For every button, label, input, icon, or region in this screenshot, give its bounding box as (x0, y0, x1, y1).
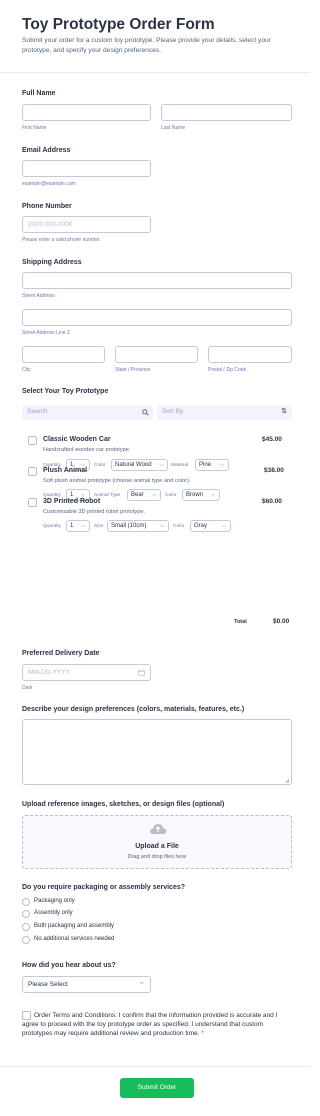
email-label: Email Address (22, 147, 71, 154)
referral-label: How did you hear about us? (22, 962, 116, 969)
zip-sublabel: Postal / Zip Code (208, 367, 247, 373)
animal-type-select[interactable]: Bear ⌵ (127, 489, 161, 501)
full-name-label: Full Name (22, 90, 56, 97)
material-label: Material (171, 463, 189, 468)
color-select[interactable]: Natural Wood ⌵ (111, 459, 168, 471)
shipping-label: Shipping Address (22, 259, 82, 266)
terms-text-block: Order Terms and Conditions: I confirm th… (22, 1011, 290, 1038)
radio-label: Both packaging and assembly (34, 923, 115, 929)
terms-text: Order Terms and Conditions: I confirm th… (22, 1012, 278, 1037)
state-sublabel: State / Province (115, 367, 151, 373)
quantity-select[interactable]: 1 ⌵ (66, 520, 90, 532)
product-description: Customizable 3D printed robot prototype. (43, 509, 145, 515)
size-select[interactable]: Small (10cm) ⌵ (107, 520, 169, 532)
form-title: Toy Prototype Order Form (22, 16, 215, 33)
quantity-label: Quantity (43, 524, 61, 529)
phone-label: Phone Number (22, 203, 72, 210)
file-upload-area[interactable]: Upload a File Drag and drop files here (22, 815, 292, 869)
form-subtitle: Submit your order for a custom toy proto… (22, 37, 271, 54)
radio-assembly-only[interactable] (22, 910, 30, 918)
product-name: Classic Wooden Car (43, 436, 111, 443)
total-label: Total (234, 619, 247, 625)
design-label: Describe your design preferences (colors… (22, 706, 245, 713)
sort-placeholder: Sort By (162, 408, 184, 415)
delivery-date-input[interactable]: MM-DD-YYYY (22, 664, 151, 681)
product-checkbox-3d-robot[interactable] (28, 498, 37, 507)
chevron-down-icon: ⌵ (139, 980, 144, 986)
street-address-input[interactable] (22, 272, 292, 289)
street-address-2-sublabel: Street Address Line 2 (22, 330, 70, 336)
upload-hint: Drag and drop files here (127, 854, 187, 860)
street-address-2-input[interactable] (22, 309, 292, 326)
material-select[interactable]: Pine ⌵ (195, 459, 229, 471)
product-name: Plush Animal (43, 467, 88, 474)
first-name-input[interactable] (22, 104, 151, 121)
resize-handle-icon[interactable]: ◢ (285, 778, 289, 784)
state-input[interactable] (115, 346, 198, 363)
design-textarea[interactable]: ◢ (22, 719, 292, 785)
referral-select[interactable]: Please Select ⌵ (22, 976, 151, 993)
last-name-sublabel: Last Name (161, 125, 186, 131)
city-input[interactable] (22, 346, 105, 363)
radio-label: Packaging only (34, 898, 75, 904)
radio-label: No additional services needed (34, 936, 115, 942)
footer-divider (0, 1066, 310, 1067)
color-select[interactable]: Brown ⌵ (182, 489, 220, 501)
color-label: Color (94, 463, 106, 468)
phone-input[interactable]: (000) 000-0000 (22, 216, 151, 233)
phone-sublabel: Please enter a valid phone number. (22, 237, 101, 243)
required-mark: * (201, 1030, 204, 1037)
radio-packaging-only[interactable] (22, 898, 30, 906)
cloud-upload-icon (150, 824, 167, 834)
street-address-sublabel: Street Address (22, 293, 55, 299)
size-label: Size (94, 524, 104, 529)
radio-no-services[interactable] (22, 936, 30, 944)
email-sublabel: example@example.com (22, 181, 76, 187)
search-placeholder: Search (27, 408, 48, 415)
radio-label: Assembly only (34, 910, 73, 916)
color-label: Color (165, 493, 177, 498)
product-description: Soft plush animal prototype (choose anim… (43, 478, 191, 484)
products-label: Select Your Toy Prototype (22, 388, 109, 395)
last-name-input[interactable] (161, 104, 292, 121)
submit-button[interactable]: Submit Order (120, 1078, 194, 1098)
sort-icon: ⇅ (281, 408, 287, 415)
upload-title: Upload a File (135, 843, 179, 850)
color-label: Color (173, 524, 185, 529)
search-icon (142, 409, 149, 416)
city-sublabel: City (22, 367, 31, 373)
date-sublabel: Date (22, 685, 33, 691)
header-divider (0, 72, 310, 73)
product-price: $45.00 (262, 436, 282, 443)
product-description: Handcrafted wooden car prototype. (43, 447, 131, 453)
zip-input[interactable] (208, 346, 292, 363)
color-select[interactable]: Gray ⌵ (190, 520, 231, 532)
sort-by-select[interactable]: Sort By ⇅ (157, 405, 292, 420)
radio-both[interactable] (22, 923, 30, 931)
first-name-sublabel: First Name (22, 125, 47, 131)
product-name: 3D Printed Robot (43, 498, 101, 505)
product-checkbox-plush-animal[interactable] (28, 467, 37, 476)
email-input[interactable] (22, 160, 151, 177)
calendar-icon[interactable] (138, 669, 145, 676)
upload-label: Upload reference images, sketches, or de… (22, 801, 225, 808)
date-placeholder: MM-DD-YYYY (28, 669, 70, 676)
services-label: Do you require packaging or assembly ser… (22, 884, 186, 891)
product-price: $60.00 (262, 498, 282, 505)
phone-placeholder: (000) 000-0000 (28, 221, 73, 228)
product-price: $38.00 (264, 467, 284, 474)
delivery-label: Preferred Delivery Date (22, 650, 100, 657)
product-checkbox-wooden-car[interactable] (28, 436, 37, 445)
referral-value: Please Select (28, 981, 68, 988)
product-search-input[interactable]: Search (22, 405, 153, 420)
total-value: $0.00 (273, 618, 290, 625)
